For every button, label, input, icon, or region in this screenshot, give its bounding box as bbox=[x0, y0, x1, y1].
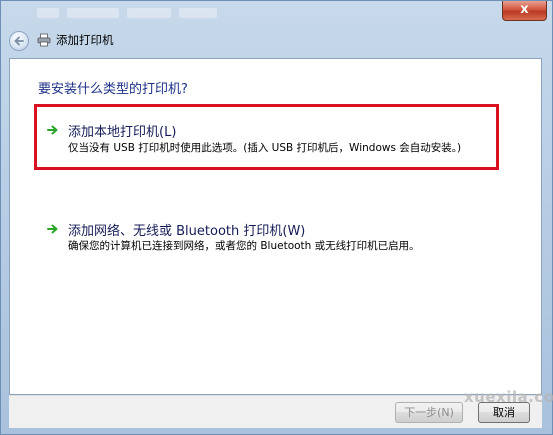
printer-icon bbox=[37, 33, 51, 47]
back-button[interactable] bbox=[9, 31, 29, 51]
next-button[interactable]: 下一步(N) bbox=[395, 402, 463, 423]
option-description: 仅当没有 USB 打印机时使用此选项。(插入 USB 打印机后，Windows … bbox=[68, 142, 462, 154]
window-close-button[interactable]: x bbox=[502, 1, 547, 21]
question-heading: 要安装什么类型的打印机? bbox=[38, 82, 188, 97]
option-title[interactable]: 添加网络、无线或 Bluetooth 打印机(W) bbox=[68, 220, 305, 239]
watermark-text: xuexila.com bbox=[464, 388, 553, 406]
option-title[interactable]: 添加本地打印机(L) bbox=[68, 121, 176, 140]
page-header-title: 添加打印机 bbox=[56, 33, 114, 47]
blurred-title-text bbox=[37, 8, 217, 18]
option-description: 确保您的计算机已连接到网络，或者您的 Bluetooth 或无线打印机已启用。 bbox=[68, 240, 420, 252]
green-arrow-icon bbox=[47, 224, 58, 234]
back-arrow-icon bbox=[14, 36, 24, 46]
title-bar[interactable] bbox=[1, 1, 552, 27]
close-icon: x bbox=[520, 2, 529, 17]
green-arrow-icon bbox=[47, 125, 58, 135]
